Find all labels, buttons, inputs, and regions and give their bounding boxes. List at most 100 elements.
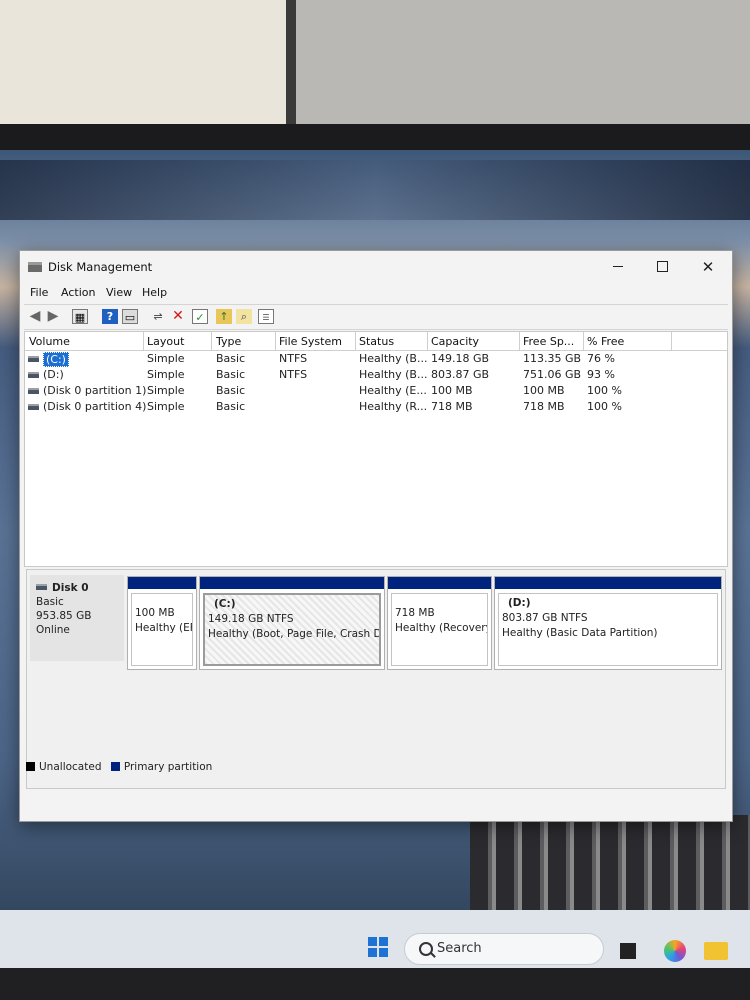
column-capacity[interactable]: Capacity (431, 335, 479, 348)
volume-status: Healthy (E... (359, 384, 427, 397)
legend-unallocated: Unallocated (39, 761, 102, 773)
volume-status: Healthy (B... (359, 368, 428, 381)
windows-logo-icon (368, 937, 377, 946)
volume-percent-free: 100 % (587, 384, 622, 397)
table-row[interactable]: (Disk 0 partition 4) Simple Basic Health… (25, 399, 727, 415)
folder-up-icon[interactable]: ↑ (216, 309, 232, 324)
disk-icon (36, 584, 47, 590)
volume-icon (28, 372, 39, 378)
partition-status: Healthy (Basic Data Partition) (502, 627, 658, 639)
volume-type: Basic (216, 368, 246, 381)
forward-arrow-icon[interactable]: ▶ (45, 309, 61, 324)
primary-partition-swatch (110, 762, 120, 771)
partition-status: Healthy (Boot, Page File, Crash Dum (208, 628, 381, 640)
volume-name: (Disk 0 partition 1) (43, 384, 147, 397)
disk-size: 953.85 GB (36, 610, 92, 622)
volume-free-space: 100 MB (523, 384, 565, 397)
volume-type: Basic (216, 384, 246, 397)
title-bar[interactable]: Disk Management ✕ (20, 251, 732, 283)
disk-0-label[interactable]: Disk 0 Basic 953.85 GB Online (30, 575, 124, 661)
disk-kind: Basic (36, 596, 64, 608)
delete-icon[interactable]: ✕ (170, 309, 186, 324)
partition-size: 100 MB (135, 607, 175, 619)
volume-free-space: 113.35 GB (523, 352, 582, 365)
maximize-button[interactable] (642, 255, 682, 279)
partition-status: Healthy (Recovery (395, 622, 488, 634)
volume-name: (Disk 0 partition 4) (43, 400, 147, 413)
menu-bar: File Action View Help (20, 283, 732, 303)
disk-management-icon (28, 262, 42, 272)
volume-layout: Simple (147, 368, 185, 381)
minimize-icon (613, 266, 623, 267)
volume-file-system: NTFS (279, 352, 308, 365)
table-row[interactable]: (D:) Simple Basic NTFS Healthy (B... 803… (25, 367, 727, 383)
window-title: Disk Management (48, 260, 153, 274)
start-button[interactable] (368, 937, 388, 957)
disk-graphical-view: Disk 0 Basic 953.85 GB Online 100 MB Hea… (26, 569, 726, 789)
photo-wall-right (292, 0, 750, 130)
connect-icon[interactable]: ⇌ (150, 309, 166, 324)
menu-file[interactable]: File (30, 286, 48, 299)
volume-file-system: NTFS (279, 368, 308, 381)
disk-name: Disk 0 (52, 582, 89, 594)
properties-icon[interactable]: ☰ (258, 309, 274, 324)
partition-size: 803.87 GB NTFS (502, 612, 588, 624)
volume-layout: Simple (147, 352, 185, 365)
volume-icon (28, 388, 39, 394)
volume-free-space: 718 MB (523, 400, 565, 413)
checklist-icon[interactable]: ✓ (192, 309, 208, 324)
volume-percent-free: 93 % (587, 368, 615, 381)
partition-efi[interactable]: 100 MB Healthy (EFI (127, 576, 197, 670)
column-file-system[interactable]: File System (279, 335, 342, 348)
menu-help[interactable]: Help (142, 286, 167, 299)
volume-capacity: 803.87 GB (431, 368, 490, 381)
partition-size: 149.18 GB NTFS (208, 613, 294, 625)
volume-capacity: 149.18 GB (431, 352, 490, 365)
volume-status: Healthy (R... (359, 400, 428, 413)
volume-capacity: 100 MB (431, 384, 473, 397)
close-button[interactable]: ✕ (688, 255, 728, 279)
back-arrow-icon[interactable]: ◀ (27, 309, 43, 324)
partition-d[interactable]: (D:) 803.87 GB NTFS Healthy (Basic Data … (494, 576, 722, 670)
volume-layout: Simple (147, 384, 185, 397)
legend: Unallocated Primary partition (26, 761, 212, 773)
volume-free-space: 751.06 GB (523, 368, 582, 381)
volume-type: Basic (216, 400, 246, 413)
console-window-icon[interactable]: ▭ (122, 309, 138, 324)
volume-icon (28, 356, 39, 362)
partition-recovery[interactable]: 718 MB Healthy (Recovery (387, 576, 492, 670)
disk-management-window: Disk Management ✕ File Action View Help … (19, 250, 733, 822)
find-icon[interactable]: ⌕ (236, 309, 252, 324)
minimize-button[interactable] (598, 255, 638, 279)
partition-c[interactable]: (C:) 149.18 GB NTFS Healthy (Boot, Page … (199, 576, 385, 670)
column-volume[interactable]: Volume (29, 335, 70, 348)
partition-size: 718 MB (395, 607, 435, 619)
menu-action[interactable]: Action (61, 286, 95, 299)
search-icon (419, 942, 433, 956)
volume-list-header: Volume Layout Type File System Status Ca… (25, 332, 727, 351)
column-free-space[interactable]: Free Sp... (523, 335, 574, 348)
photo-wall-edge (286, 0, 296, 130)
volume-status: Healthy (B... (359, 352, 428, 365)
file-explorer-icon[interactable] (704, 942, 728, 960)
column-percent-free[interactable]: % Free (587, 335, 624, 348)
column-type[interactable]: Type (216, 335, 241, 348)
volume-layout: Simple (147, 400, 185, 413)
volume-capacity: 718 MB (431, 400, 473, 413)
legend-primary: Primary partition (123, 761, 213, 773)
volume-list: Volume Layout Type File System Status Ca… (24, 331, 728, 567)
close-icon: ✕ (701, 258, 715, 276)
menu-view[interactable]: View (106, 286, 132, 299)
column-status[interactable]: Status (359, 335, 394, 348)
taskbar-app-icon[interactable] (620, 943, 636, 959)
help-icon[interactable]: ? (102, 309, 118, 324)
column-layout[interactable]: Layout (147, 335, 184, 348)
table-row[interactable]: (Disk 0 partition 1) Simple Basic Health… (25, 383, 727, 399)
taskbar-search[interactable]: Search (404, 933, 604, 965)
photo-wall-left (0, 0, 292, 130)
unallocated-swatch (26, 762, 35, 771)
show-hide-console-tree-icon[interactable]: ▦ (72, 309, 88, 324)
table-row[interactable]: (C:) Simple Basic NTFS Healthy (B... 149… (25, 351, 727, 367)
copilot-icon[interactable] (664, 940, 686, 962)
wallpaper-clouds (0, 160, 750, 220)
